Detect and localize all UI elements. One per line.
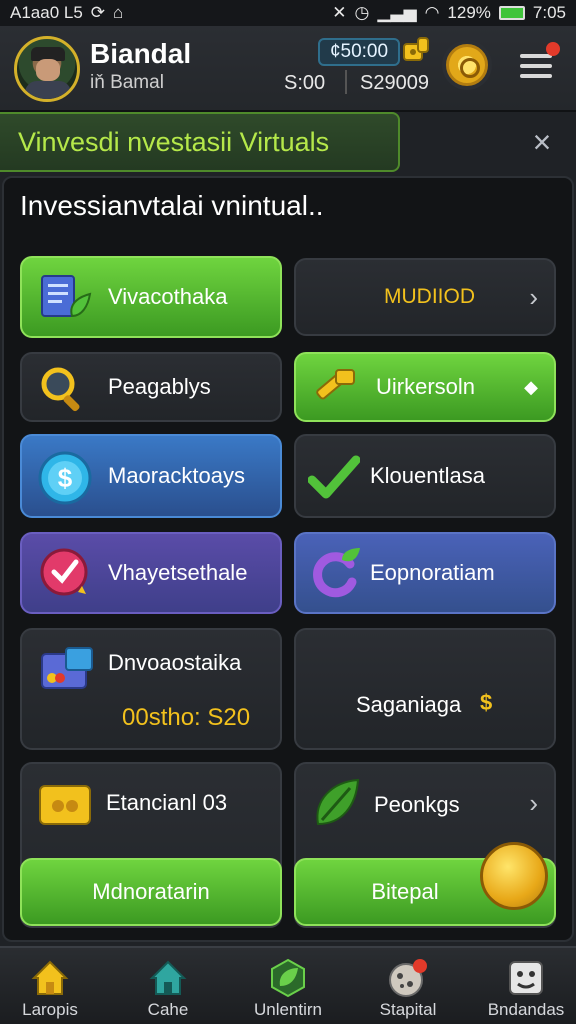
- coin-button[interactable]: [446, 44, 488, 86]
- wallet-card-icon: [41, 647, 93, 689]
- status-bar: A1aa0 L5 ⟳ ⌂ ✕ ◷ ▁▃▅ ◠ 129% 7:05: [0, 0, 576, 26]
- dollar-icon: $: [480, 690, 493, 715]
- chevron-right-icon: ›: [529, 788, 538, 818]
- tile-label: Saganiaga: [356, 692, 462, 717]
- nav-label: Stapital: [379, 1000, 437, 1019]
- tile-vhayetsethale[interactable]: Vhayetsethale: [20, 532, 282, 614]
- nav-item-stapital[interactable]: Stapital: [360, 948, 456, 1024]
- magnifier-icon: [41, 367, 80, 412]
- tile-uirkersoln[interactable]: Uirkersoln ◆: [294, 352, 556, 422]
- stat-divider: [345, 70, 347, 94]
- panel-title: Invessianvtalai vnintual..: [20, 190, 324, 221]
- left-action-button[interactable]: Mdnoratarin: [20, 858, 282, 926]
- money-folder-icon: [39, 785, 91, 825]
- nav-label: Bndandas: [487, 1000, 565, 1019]
- close-button[interactable]: ×: [524, 124, 560, 160]
- user-name: Biandal: [90, 38, 192, 69]
- signal-icon: ▁▃▅: [377, 3, 417, 22]
- tile-label: Eopnoratiam: [370, 560, 495, 585]
- badge-check-icon: [40, 548, 88, 596]
- alarm-icon: ◷: [354, 3, 370, 22]
- dollar-coin-icon: $: [38, 451, 92, 505]
- tile-label: Peonkgs: [374, 792, 460, 817]
- hammer-icon: [316, 369, 355, 400]
- right-action-label: Bitepal: [371, 879, 439, 904]
- tile-label: Dnvoaostaika: [108, 650, 242, 675]
- tile-label: Etancianl 03: [106, 790, 228, 815]
- tile-label: Uirkersoln: [376, 374, 476, 399]
- header: Biandal iň Bamal ¢50:00 S:00 S29009: [0, 26, 576, 112]
- leaf-badge-icon: [271, 958, 305, 998]
- leaf-icon: [316, 778, 360, 826]
- tile-label: Peagablys: [108, 374, 211, 399]
- tile-label: MUDIIOD: [384, 285, 475, 308]
- notification-badge: [546, 42, 560, 56]
- avatar[interactable]: [14, 36, 80, 102]
- tile-value: 00stho: S20: [122, 704, 251, 731]
- mute-icon: ✕: [332, 3, 347, 22]
- balance-pill[interactable]: ¢50:00: [318, 38, 400, 66]
- tile-label: Maoracktoays: [108, 463, 245, 488]
- nav-label: Cahe: [147, 1000, 189, 1019]
- tile-klouentlasa[interactable]: Klouentlasa: [294, 434, 556, 518]
- gold-coin-icon[interactable]: [480, 842, 548, 910]
- tile-saganiaga[interactable]: Saganiaga $: [294, 628, 556, 750]
- document-icon: [41, 275, 92, 318]
- chevron-right-icon: ›: [529, 281, 538, 312]
- checkmark-icon: [308, 455, 360, 499]
- refresh-leaf-icon: [313, 548, 360, 598]
- notification-icon: ⌂: [113, 3, 124, 22]
- tile-vivacothaka[interactable]: Vivacothaka: [20, 256, 282, 338]
- bottom-nav: Laropis Cahe Unlentirn Stapital Bndandas: [0, 946, 576, 1024]
- sync-icon: ⟳: [90, 3, 106, 22]
- home-icon: [31, 960, 69, 995]
- nav-item-cahe[interactable]: Cahe: [120, 948, 216, 1024]
- tile-label: Klouentlasa: [370, 463, 485, 488]
- banner-title: Vinvesdi nvestasii Virtuals: [0, 112, 400, 172]
- house-icon: [149, 960, 187, 995]
- stat-b: S29009: [360, 72, 429, 94]
- nav-item-laropis[interactable]: Laropis: [2, 948, 98, 1024]
- tile-peagablys[interactable]: Peagablys: [20, 352, 282, 422]
- left-action-label: Mdnoratarin: [92, 879, 210, 904]
- user-subtitle: iň Bamal: [90, 72, 164, 93]
- status-left-text: A1aa0 L5: [10, 3, 83, 22]
- tile-maoracktoays[interactable]: $ Maoracktoays: [20, 434, 282, 518]
- grid-face-icon: [509, 961, 543, 995]
- battery-percent: 129%: [447, 3, 491, 22]
- nav-label: Laropis: [22, 1000, 78, 1019]
- key-icon: [403, 37, 429, 61]
- svg-text:$: $: [58, 463, 73, 493]
- battery-icon: [498, 6, 525, 20]
- tile-eopnoratiam[interactable]: Eopnoratiam: [294, 532, 556, 614]
- tile-label: Vhayetsethale: [108, 560, 248, 585]
- tile-mudiiod[interactable]: MUDIIOD ›: [294, 258, 556, 336]
- diamond-icon: ◆: [524, 376, 538, 397]
- clock: 7:05: [532, 3, 566, 22]
- tile-dnvoaostaika[interactable]: Dnvoaostaika 00stho: S20: [20, 628, 282, 750]
- stat-a: S:00: [284, 72, 326, 94]
- tile-label: Vivacothaka: [108, 284, 228, 309]
- wifi-icon: ◠: [424, 3, 440, 22]
- nav-item-bndandas[interactable]: Bndandas: [478, 948, 574, 1024]
- nav-label: Unlentirn: [253, 1000, 323, 1019]
- nav-item-unlentirn[interactable]: Unlentirn: [240, 948, 336, 1024]
- cookie-icon: [389, 959, 427, 997]
